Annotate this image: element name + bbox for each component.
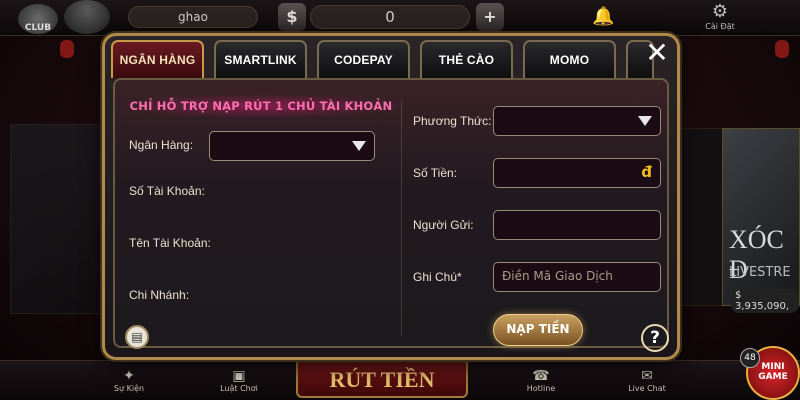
minigame-badge: 48 xyxy=(740,348,760,368)
balance-display: 0 xyxy=(310,5,470,29)
game-card-subtitle: LIVESTRE xyxy=(729,265,791,280)
book-icon: ▣ xyxy=(232,368,246,384)
settings-button[interactable]: ⚙ Cài Đặt xyxy=(700,2,740,34)
amount-label: Số Tiền: xyxy=(413,166,458,180)
settings-label: Cài Đặt xyxy=(705,22,735,31)
note-label: Ghi Chú* xyxy=(413,270,462,284)
payment-tabs: NGÂN HÀNG SMARTLINK CODEPAY THẺ CÀO MOMO xyxy=(111,40,664,80)
deposit-modal: NGÂN HÀNG SMARTLINK CODEPAY THẺ CÀO MOMO… xyxy=(102,33,680,360)
game-card-partial[interactable] xyxy=(678,128,724,306)
phone-icon: ☎ xyxy=(532,368,550,384)
tab-codepay[interactable]: CODEPAY xyxy=(317,40,410,78)
withdraw-banner[interactable]: RÚT TIỀN xyxy=(296,358,468,398)
method-label: Phương Thức: xyxy=(413,114,492,128)
nav-item-live-chat[interactable]: ✉ Live Chat xyxy=(622,368,672,393)
help-button[interactable]: ? xyxy=(641,324,669,352)
nav-label: Luật Chơi xyxy=(220,384,258,393)
note-placeholder: Điền Mã Giao Dịch xyxy=(502,269,613,283)
account-name-label: Tên Tài Khoản: xyxy=(129,236,211,250)
history-icon[interactable]: ▤ xyxy=(125,325,149,349)
lantern-decoration xyxy=(60,40,74,58)
amount-input[interactable]: đ xyxy=(493,158,661,188)
add-funds-button[interactable]: + xyxy=(476,3,504,31)
club-logo: CLUB xyxy=(18,4,58,34)
nav-label: Sự Kiện xyxy=(113,384,145,393)
deposit-form: CHỈ HỖ TRỢ NẠP RÚT 1 CHỦ TÀI KHOẢN Ngân … xyxy=(113,78,669,352)
note-input[interactable]: Điền Mã Giao Dịch xyxy=(493,262,661,292)
lantern-decoration xyxy=(775,40,789,58)
bank-label: Ngân Hàng: xyxy=(129,138,194,152)
nav-item-rules[interactable]: ▣ Luật Chơi xyxy=(214,368,264,393)
gear-icon: ⚙ xyxy=(711,1,729,22)
bank-select[interactable] xyxy=(209,131,375,161)
tab-card[interactable]: THẺ CÀO xyxy=(420,40,513,78)
branch-label: Chi Nhánh: xyxy=(129,288,190,302)
chevron-down-icon xyxy=(352,141,366,151)
sender-input[interactable] xyxy=(493,210,661,240)
close-button[interactable]: ✕ xyxy=(639,38,675,70)
game-card-jackpot: $ 3,935,090, xyxy=(731,289,799,313)
game-card-xoc-dia[interactable]: XÓC Đ LIVESTRE $ 3,935,090, xyxy=(722,128,800,313)
nav-item-events[interactable]: ✦ Sự Kiện xyxy=(104,368,154,393)
top-bar: CLUB ghao $ 0 + 🔔 ⚙ Cài Đặt xyxy=(0,0,800,36)
deposit-submit-button[interactable]: NẠP TIỀN xyxy=(493,314,583,346)
nav-label: Hotline xyxy=(526,384,556,393)
gift-icon: ✦ xyxy=(123,368,135,384)
sender-label: Người Gửi: xyxy=(413,218,474,232)
account-number-label: Số Tài Khoản: xyxy=(129,184,205,198)
single-owner-notice: CHỈ HỖ TRỢ NẠP RÚT 1 CHỦ TÀI KHOẢN xyxy=(121,94,401,118)
currency-symbol: đ xyxy=(641,163,652,181)
username-display: ghao xyxy=(128,6,258,28)
chevron-down-icon xyxy=(638,116,652,126)
nav-item-hotline[interactable]: ☎ Hotline xyxy=(516,368,566,393)
tab-bank[interactable]: NGÂN HÀNG xyxy=(111,40,204,78)
chat-icon: ✉ xyxy=(641,368,653,384)
column-divider xyxy=(401,100,402,336)
currency-icon[interactable]: $ xyxy=(278,3,306,31)
tab-smartlink[interactable]: SMARTLINK xyxy=(214,40,307,78)
method-select[interactable] xyxy=(493,106,661,136)
bell-icon[interactable]: 🔔 xyxy=(592,6,614,28)
nav-label: Live Chat xyxy=(628,384,666,393)
avatar[interactable] xyxy=(64,0,110,34)
tab-momo[interactable]: MOMO xyxy=(523,40,616,78)
game-card-left[interactable] xyxy=(10,124,102,314)
